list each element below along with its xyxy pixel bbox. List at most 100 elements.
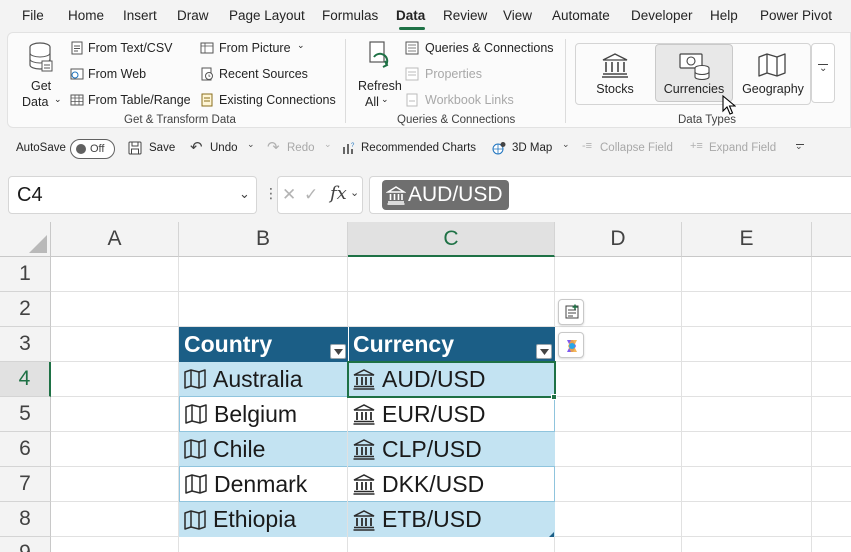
filter-arrow-icon — [334, 349, 343, 355]
tab-help[interactable]: Help — [710, 8, 738, 23]
table-cell-currency[interactable]: AUD/USD — [348, 362, 555, 397]
table-cell-country[interactable]: Chile — [179, 432, 347, 467]
from-text-csv-button[interactable]: From Text/CSV — [70, 39, 190, 59]
ribbon: Get Data ⌄ From Text/CSV From Web From T… — [7, 32, 851, 128]
filter-button[interactable] — [330, 344, 346, 359]
currency-pair: EUR/USD — [382, 400, 486, 427]
column-header-f[interactable] — [812, 222, 851, 257]
from-table-range-button[interactable]: From Table/Range — [70, 91, 195, 111]
currency-pair: AUD/USD — [382, 365, 486, 392]
row-header-3[interactable]: 3 — [0, 327, 51, 362]
tab-view[interactable]: View — [503, 8, 532, 23]
currencies-button[interactable]: Currencies — [655, 44, 733, 102]
database-icon — [29, 42, 53, 72]
fill-handle[interactable] — [551, 394, 557, 400]
row-header-9[interactable]: 9 — [0, 537, 51, 552]
formula-data-type-chip[interactable]: AUD/USD — [382, 180, 509, 210]
redo-button: ↷ Redo ⌄ — [265, 138, 333, 158]
row-header-7[interactable]: 7 — [0, 467, 51, 502]
column-header-d[interactable]: D — [555, 222, 682, 257]
existing-connections-button[interactable]: Existing Connections — [200, 91, 340, 111]
refresh-all-button[interactable]: Refresh All ⌄ — [354, 39, 402, 109]
customize-toolbar-button[interactable]: ⌄ — [793, 138, 809, 158]
tab-power-pivot[interactable]: Power Pivot — [760, 8, 832, 23]
enter-icon[interactable]: ✓ — [304, 185, 318, 205]
tab-developer[interactable]: Developer — [631, 8, 693, 23]
table-cell-currency[interactable]: ETB/USD — [348, 502, 555, 537]
column-header-a[interactable]: A — [51, 222, 179, 257]
undo-button[interactable]: ↶ Undo ⌄ — [186, 138, 258, 158]
insert-data-button[interactable] — [558, 299, 584, 325]
chevron-down-icon: ⌄ — [247, 139, 255, 149]
table-header-currency[interactable]: Currency — [348, 327, 555, 362]
geography-button[interactable]: Geography — [734, 44, 812, 102]
table-cell-country[interactable]: Denmark — [179, 467, 347, 502]
tab-insert[interactable]: Insert — [123, 8, 157, 23]
chevron-down-icon: ⌄ — [381, 94, 389, 104]
queries-connections-label: Queries & Connections — [425, 41, 554, 55]
table-cell-country[interactable]: Ethiopia — [179, 502, 347, 537]
column-header-b[interactable]: B — [179, 222, 348, 257]
gridline — [811, 257, 812, 552]
row-header-2[interactable]: 2 — [0, 292, 51, 327]
tab-file[interactable]: File — [22, 8, 44, 23]
autosave-toggle[interactable]: Off — [70, 139, 115, 159]
column-header-e[interactable]: E — [682, 222, 812, 257]
3d-map-button[interactable]: 3D Map ⌄ — [490, 138, 570, 158]
bank-icon — [353, 369, 375, 390]
table-header-label: Country — [184, 331, 273, 357]
tab-data[interactable]: Data — [396, 8, 425, 23]
tab-draw[interactable]: Draw — [177, 8, 209, 23]
name-box[interactable]: C4 ⌄ — [8, 176, 257, 214]
tab-review[interactable]: Review — [443, 8, 487, 23]
tab-formulas[interactable]: Formulas — [322, 8, 378, 23]
row-header-8[interactable]: 8 — [0, 502, 51, 537]
from-picture-label: From Picture — [219, 41, 291, 55]
tab-home[interactable]: Home — [68, 8, 104, 23]
row-header-4[interactable]: 4 — [0, 362, 51, 397]
row-header-5[interactable]: 5 — [0, 397, 51, 432]
from-picture-button[interactable]: From Picture ⌄ — [200, 39, 310, 59]
table-cell-currency[interactable]: EUR/USD — [348, 397, 555, 432]
row-header-6[interactable]: 6 — [0, 432, 51, 467]
map-icon — [184, 369, 206, 389]
from-web-button[interactable]: From Web — [70, 65, 190, 85]
table-cell-currency[interactable]: CLP/USD — [348, 432, 555, 467]
autosave-label: AutoSave — [16, 142, 66, 154]
insert-data-icon — [565, 304, 579, 319]
queries-connections-button[interactable]: Queries & Connections — [405, 39, 555, 59]
chevron-down-icon: ⌄ — [350, 187, 360, 199]
save-button[interactable]: Save — [124, 138, 176, 158]
save-icon — [128, 141, 142, 155]
currency-pair: ETB/USD — [382, 506, 482, 532]
row-header-1[interactable]: 1 — [0, 257, 51, 292]
svg-text:?: ? — [351, 143, 355, 149]
filter-button[interactable] — [536, 344, 552, 359]
recommended-charts-button[interactable]: ? Recommended Charts — [340, 138, 480, 158]
bank-icon — [353, 474, 375, 495]
stocks-button[interactable]: Stocks — [576, 44, 654, 102]
cancel-icon[interactable]: ✕ — [282, 185, 296, 205]
table-cell-country[interactable]: Australia — [179, 362, 347, 397]
workbook-links-label: Workbook Links — [425, 93, 514, 107]
bank-icon — [353, 404, 375, 425]
active-tab-indicator — [399, 27, 425, 30]
column-header-c[interactable]: C — [348, 222, 555, 257]
table-cell-country[interactable]: Belgium — [179, 397, 347, 432]
currency-pair: CLP/USD — [382, 435, 482, 462]
table-header-country[interactable]: Country — [179, 327, 348, 362]
select-all-button[interactable] — [0, 222, 51, 257]
tab-page-layout[interactable]: Page Layout — [229, 8, 305, 23]
formula-bar-grip-icon[interactable]: ⋮ — [264, 185, 278, 202]
formula-input[interactable]: AUD/USD — [369, 176, 851, 214]
data-types-more-button[interactable]: ⌄ — [811, 43, 835, 103]
copilot-button[interactable] — [558, 332, 584, 358]
web-icon — [70, 68, 84, 80]
queries-group-label: Queries & Connections — [397, 114, 516, 126]
recent-sources-button[interactable]: Recent Sources — [200, 65, 315, 85]
tab-automate[interactable]: Automate — [552, 8, 610, 23]
table-cell-currency[interactable]: DKK/USD — [348, 467, 555, 502]
get-data-button[interactable]: Get Data ⌄ — [14, 39, 62, 109]
gridline — [51, 291, 851, 292]
insert-function-icon[interactable]: fx — [330, 183, 347, 204]
